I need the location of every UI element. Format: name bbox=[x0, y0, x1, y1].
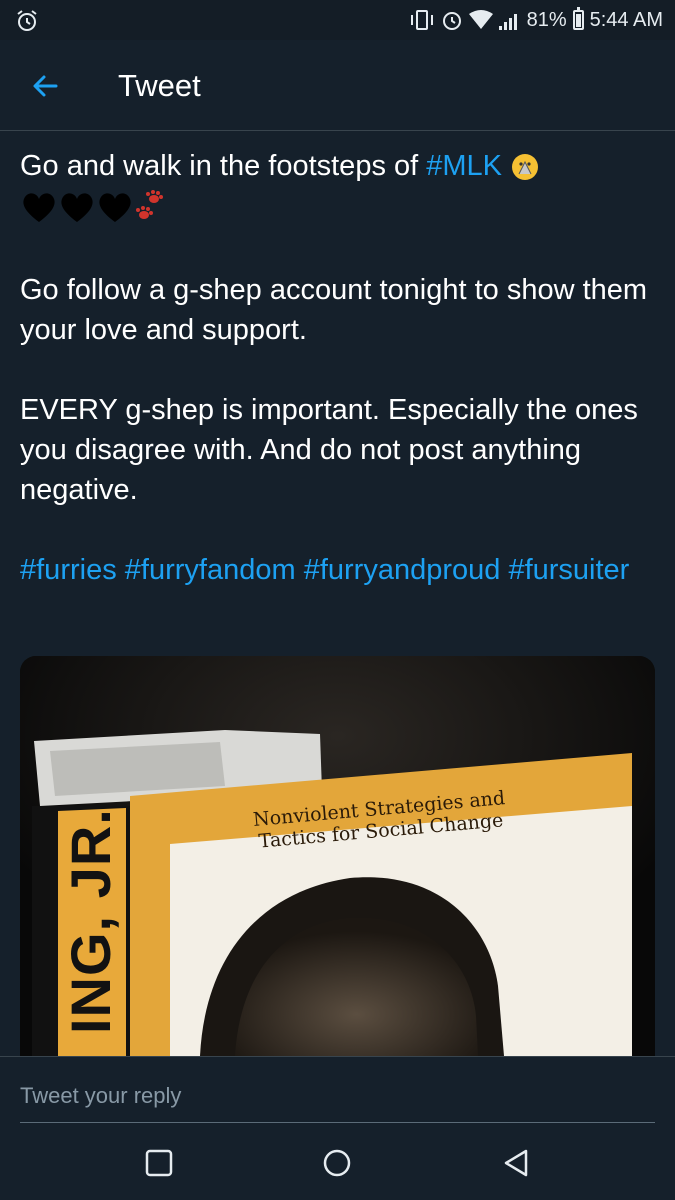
back-icon[interactable] bbox=[500, 1146, 534, 1180]
app-header: Tweet bbox=[0, 40, 675, 131]
praying-face-emoji bbox=[512, 154, 539, 181]
tweet-line-1-text: Go and walk in the footsteps of bbox=[20, 150, 427, 182]
paw-prints-emoji bbox=[136, 190, 163, 220]
hashtag-furries[interactable]: #furries bbox=[20, 554, 117, 586]
wifi-icon bbox=[468, 10, 493, 29]
black-heart-emoji bbox=[61, 193, 93, 223]
arrow-left-icon[interactable] bbox=[26, 66, 66, 106]
alarm-off-icon bbox=[17, 10, 37, 31]
page-title: Tweet bbox=[118, 68, 201, 103]
vibrate-icon bbox=[410, 10, 433, 30]
tweet-emoji-line bbox=[20, 186, 650, 230]
tweet-hashtags: #furries #furryfandom #furryandproud #fu… bbox=[20, 550, 650, 590]
home-icon[interactable] bbox=[320, 1146, 354, 1180]
alarm-icon bbox=[442, 12, 461, 30]
status-time: 5:44 AM bbox=[589, 8, 663, 31]
tweet-line-1: Go and walk in the footsteps of #MLK bbox=[20, 146, 650, 186]
system-nav-bar bbox=[0, 1126, 675, 1200]
signal-icon bbox=[498, 14, 517, 30]
tweet-paragraph-3: EVERY g-shep is important. Especially th… bbox=[20, 394, 638, 506]
hashtag-furryandproud[interactable]: #furryandproud bbox=[304, 554, 501, 586]
book-spine-text: ING, JR. bbox=[59, 808, 122, 1034]
black-heart-emoji bbox=[99, 193, 131, 223]
black-heart-emoji bbox=[23, 193, 55, 223]
battery-percent: 81% bbox=[526, 8, 567, 31]
tweet-paragraph-2: Go follow a g-shep account tonight to sh… bbox=[20, 274, 648, 346]
hashtag-mlk[interactable]: #MLK bbox=[426, 150, 502, 182]
battery-icon bbox=[572, 7, 584, 30]
status-icons: 81% 5:44 AM bbox=[409, 6, 663, 34]
reply-input[interactable]: Tweet your reply bbox=[20, 1083, 181, 1109]
hashtag-fursuiter[interactable]: #fursuiter bbox=[508, 554, 629, 586]
hashtag-furryfandom[interactable]: #furryfandom bbox=[125, 554, 296, 586]
reply-bar: Tweet your reply bbox=[0, 1056, 675, 1126]
reply-underline bbox=[20, 1122, 655, 1123]
tweet-text: Go and walk in the footsteps of #MLK Go … bbox=[20, 146, 650, 590]
recent-apps-icon[interactable] bbox=[142, 1146, 176, 1180]
tweet-media-image[interactable]: Nonviolent Strategies and Tactics for So… bbox=[20, 656, 655, 1056]
status-bar: 81% 5:44 AM bbox=[0, 0, 675, 40]
